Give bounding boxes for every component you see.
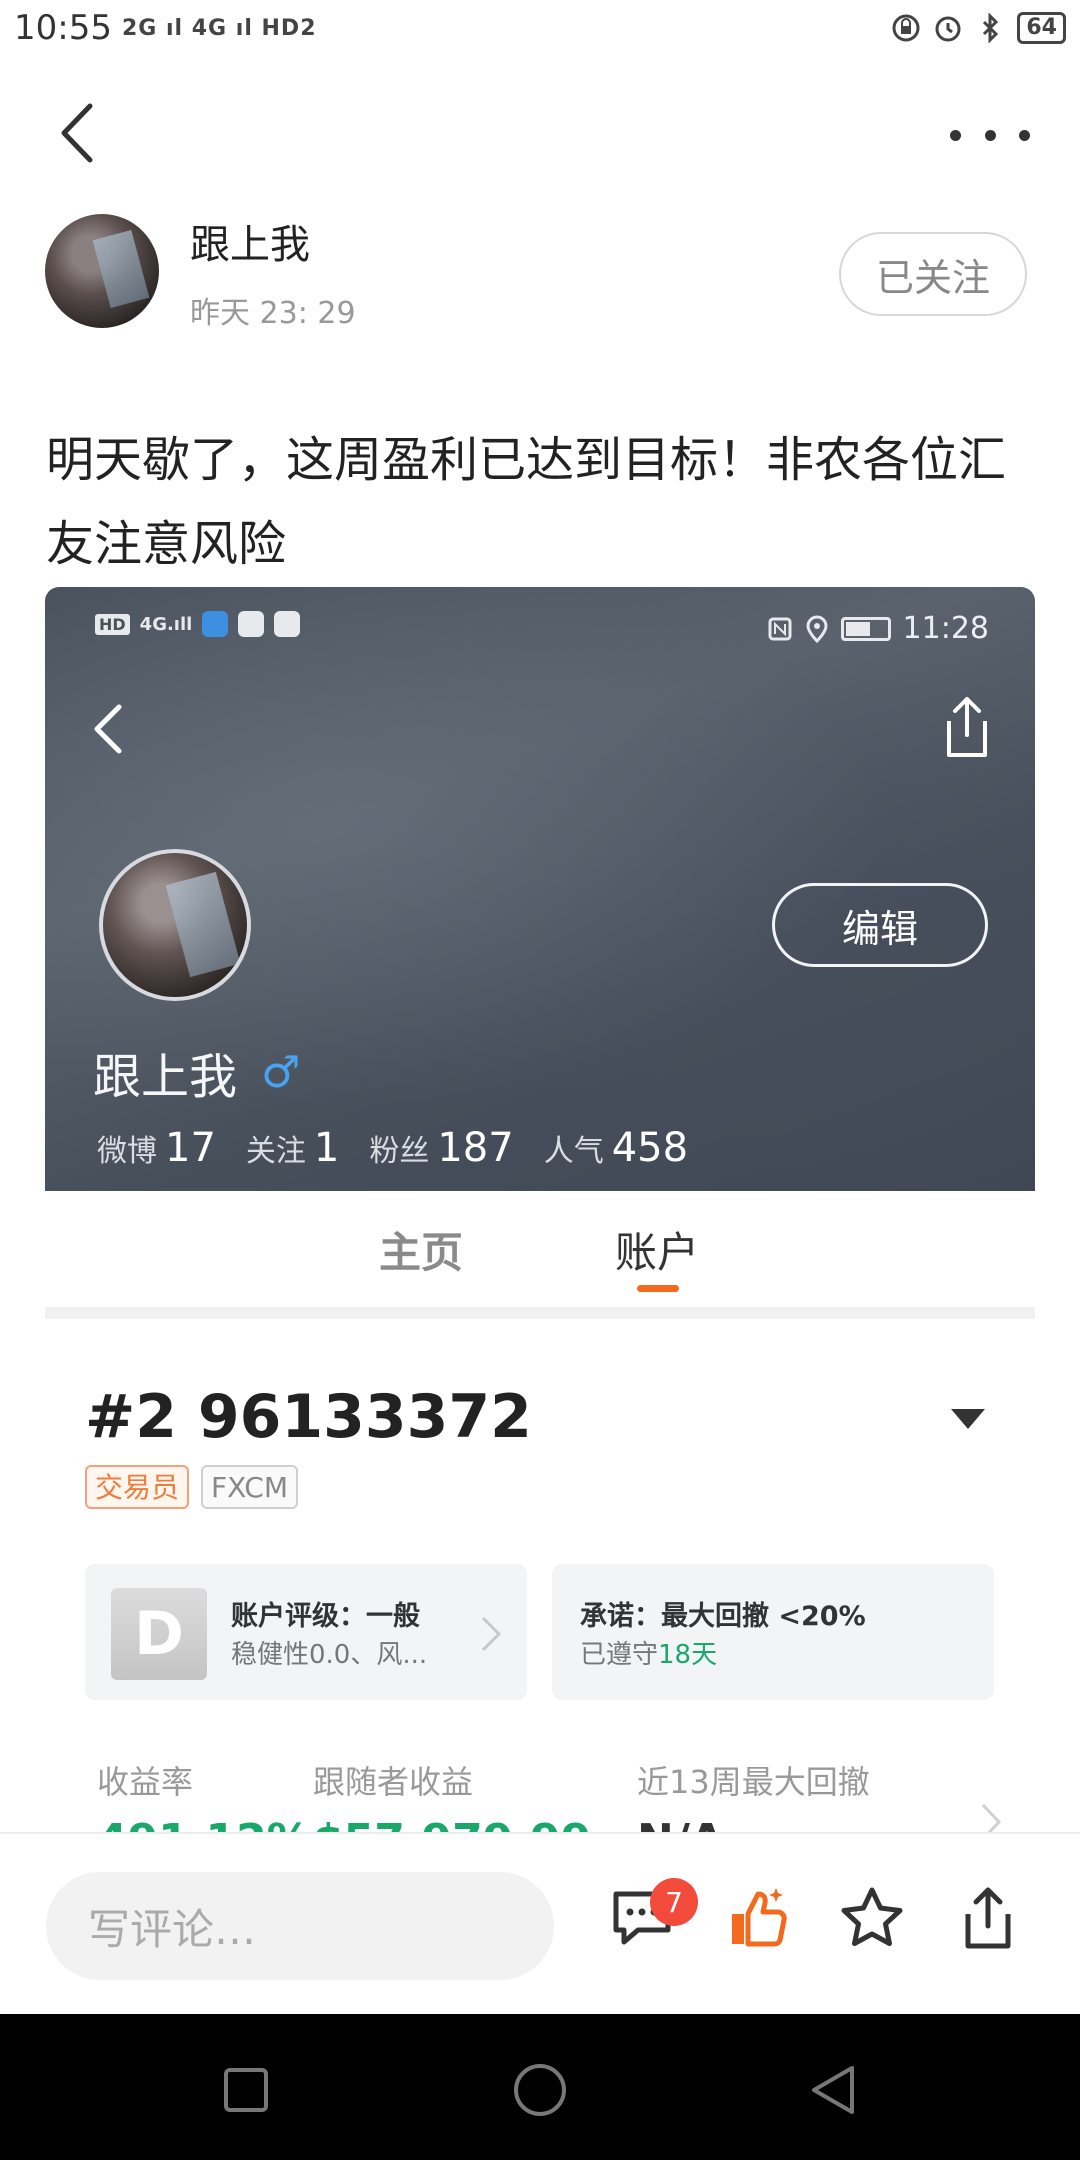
image-back-icon — [94, 704, 122, 754]
promise-days: 18天 — [658, 1640, 718, 1670]
promise-title: 承诺：最大回撤 <20% — [580, 1601, 866, 1632]
tab-home: 主页 — [379, 1228, 464, 1277]
promise-card: 承诺：最大回撤 <20% 已遵守18天 — [552, 1564, 994, 1700]
hd-icon: HD — [95, 613, 130, 635]
profile-name: 跟上我 — [93, 1049, 238, 1105]
promise-subtitle: 已遵守18天 — [580, 1634, 717, 1671]
battery-indicator: 64 — [1017, 12, 1066, 44]
signal-indicators: 2G ıl 4G ıl HD2 — [121, 15, 317, 41]
bluetooth-icon — [983, 13, 999, 43]
metric-label: 近13周最大回撤 — [637, 1763, 870, 1801]
status-right: 64 — [891, 12, 1066, 44]
image-share-icon — [947, 697, 987, 757]
comment-bar: 写评论… 7 — [0, 1832, 1080, 2014]
image-status-bar: HD 4G.ıll 11:28 — [45, 611, 1035, 651]
edit-button: 编辑 — [772, 883, 988, 967]
broker-tag: FXCM — [201, 1465, 298, 1509]
location-icon — [806, 615, 828, 643]
alarm-icon — [935, 16, 961, 42]
male-icon: ♂ — [261, 1046, 301, 1098]
profile-header: HD 4G.ıll 11:28 编辑 跟上我 ♂ 微博 17 关注 1 粉丝 1… — [45, 587, 1035, 1191]
share-icon[interactable] — [954, 1884, 1022, 1952]
post-image[interactable]: HD 4G.ıll 11:28 编辑 跟上我 ♂ 微博 17 关注 1 粉丝 1… — [45, 587, 1035, 1832]
dropdown-caret-icon — [951, 1409, 985, 1429]
back-triangle-icon[interactable] — [806, 2062, 862, 2118]
trader-tag: 交易员 — [85, 1465, 190, 1509]
stat-value: 17 — [165, 1125, 216, 1171]
author-name[interactable]: 跟上我 — [190, 212, 310, 270]
status-left: 10:55 2G ıl 4G ıl HD2 — [14, 8, 317, 48]
thumbs-up-icon[interactable] — [724, 1884, 792, 1952]
image-battery-icon — [840, 616, 891, 641]
stat-label: 微博 — [97, 1134, 157, 1169]
status-bar: 10:55 2G ıl 4G ıl HD2 64 — [0, 0, 1080, 56]
active-tab-indicator — [637, 1285, 679, 1292]
profile-tabs: 主页 账户 — [45, 1191, 1035, 1301]
stat-value: 187 — [437, 1125, 514, 1171]
profile-name-row: 跟上我 ♂ — [93, 1037, 300, 1107]
image-status-time: 11:28 — [902, 611, 989, 646]
author-avatar[interactable] — [45, 214, 159, 328]
status-time: 10:55 — [14, 8, 112, 48]
stat-value: 458 — [611, 1125, 689, 1171]
stat-label: 粉丝 — [369, 1134, 430, 1169]
post-text: 明天歇了，这周盈利已达到目标！非农各位汇友注意风险 — [46, 432, 1007, 572]
lock-rotation-icon — [892, 14, 920, 42]
post-time: 昨天 23: 29 — [190, 296, 356, 331]
metric-label: 跟随者收益 — [313, 1763, 474, 1801]
system-nav-bar — [0, 2014, 1080, 2160]
metric-value: 491.12% — [97, 1815, 311, 1832]
stat-label: 关注 — [245, 1134, 306, 1169]
home-circle-icon[interactable] — [512, 2062, 568, 2118]
stat-value: 1 — [313, 1125, 340, 1171]
metrics-row: 收益率 跟随者收益 近13周最大回撤 491.12% $57,979.99 N/… — [97, 1757, 1017, 1832]
hotspot-icon — [202, 611, 229, 637]
recent-apps-icon[interactable] — [218, 2062, 274, 2118]
promise-prefix: 已遵守 — [580, 1640, 659, 1670]
rating-card: D 账户评级：一般 稳健性0.0、风... — [85, 1564, 527, 1700]
metric-value: $57,979.99 — [313, 1815, 591, 1832]
chevron-right-icon — [481, 1616, 502, 1652]
tab-account: 账户 — [615, 1228, 700, 1277]
stat-label: 人气 — [543, 1134, 604, 1169]
account-number: #2 96133372 — [85, 1382, 532, 1452]
wechat-icon — [238, 611, 265, 637]
rating-title: 账户评级：一般 — [231, 1601, 420, 1632]
grade-badge-icon: D — [111, 1588, 207, 1680]
qq-icon — [274, 611, 301, 637]
back-arrow-icon[interactable] — [50, 98, 110, 168]
profile-stats: 微博 17 关注 1 粉丝 187 人气 458 — [97, 1125, 718, 1171]
signal-icon: 4G.ıll — [139, 613, 193, 635]
profile-avatar — [99, 849, 251, 1001]
follow-button[interactable]: 已关注 — [839, 232, 1027, 316]
metric-value: N/A — [637, 1815, 724, 1832]
comment-count-badge: 7 — [650, 1878, 698, 1926]
rating-subtitle: 稳健性0.0、风... — [231, 1640, 428, 1670]
nfc-icon — [768, 617, 792, 640]
account-tags: 交易员 FXCM — [85, 1465, 298, 1509]
more-options-icon[interactable] — [950, 120, 1030, 150]
section-divider — [45, 1307, 1035, 1319]
chevron-right-icon — [981, 1803, 1002, 1832]
top-nav — [0, 80, 1080, 180]
metric-label: 收益率 — [97, 1763, 194, 1801]
author-row: 跟上我 昨天 23: 29 已关注 — [45, 212, 1035, 342]
comment-input[interactable]: 写评论… — [46, 1872, 554, 1980]
star-icon[interactable] — [838, 1884, 906, 1952]
